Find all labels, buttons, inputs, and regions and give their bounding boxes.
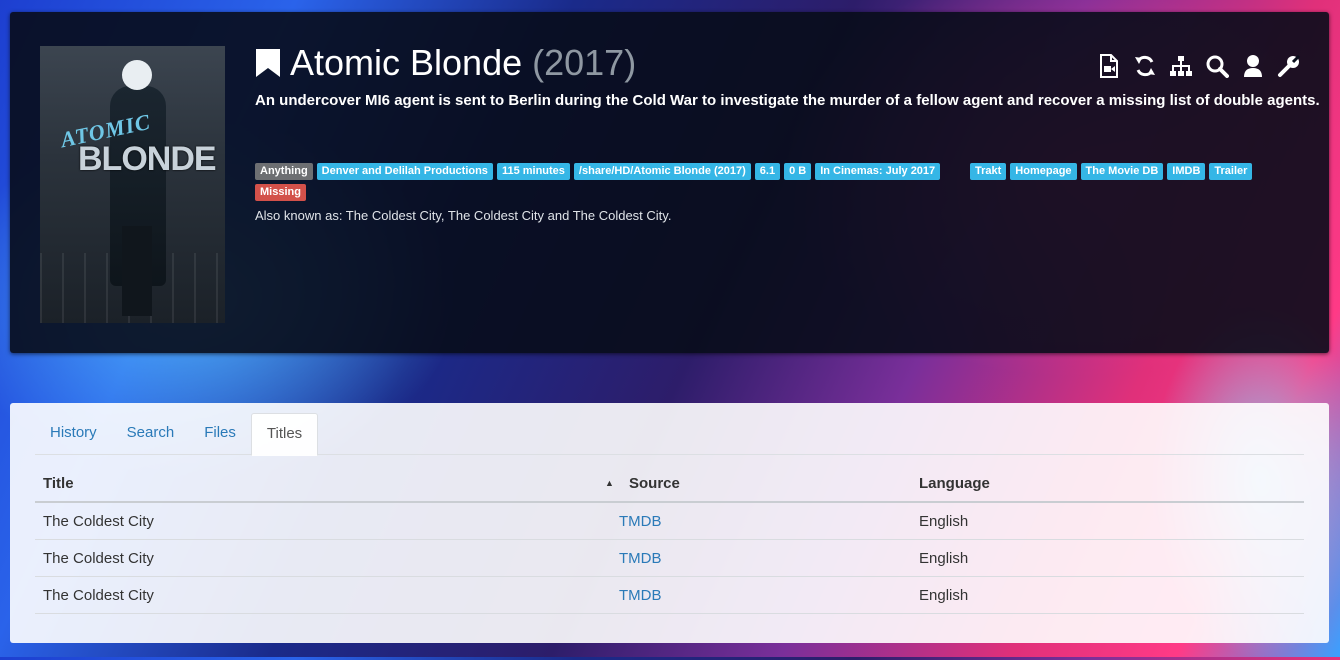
column-header-title[interactable]: Title [35, 465, 611, 503]
settings-button[interactable] [1276, 53, 1301, 79]
poster-title-bottom: BLONDE [78, 140, 217, 178]
table-row: The Coldest City TMDB English [35, 576, 1304, 614]
movie-actions [1096, 53, 1301, 79]
file-video-icon [1099, 54, 1118, 78]
column-header-source[interactable]: ▲ Source [605, 465, 911, 503]
movie-details-panel: History Search Files Titles Title ▲ Sourc… [10, 403, 1329, 643]
refresh-button[interactable] [1132, 53, 1157, 79]
search-icon [1206, 55, 1229, 78]
also-known-as: Also known as: The Coldest City, The Col… [255, 208, 672, 223]
link-trailer[interactable]: Trailer [1209, 163, 1253, 180]
tab-files[interactable]: Files [189, 413, 251, 453]
language-cell: English [911, 576, 1304, 614]
refresh-icon [1134, 55, 1155, 77]
detail-tabs: History Search Files Titles [35, 413, 1304, 456]
file-video-button[interactable] [1096, 53, 1121, 79]
table-header-row: Title ▲ Source Language [35, 465, 1304, 503]
column-header-language[interactable]: Language [911, 465, 1304, 503]
movie-overview: An undercover MI6 agent is sent to Berli… [255, 92, 1320, 109]
source-cell[interactable]: TMDB [611, 502, 911, 540]
movie-title: Atomic Blonde [290, 42, 523, 83]
external-links: Trakt Homepage The Movie DB IMDB Trailer [970, 163, 1256, 180]
bookmark-icon[interactable] [255, 48, 281, 78]
column-header-label: Language [919, 474, 990, 492]
title-cell: The Coldest City [35, 539, 611, 577]
title-cell: The Coldest City [35, 502, 611, 540]
movie-poster: ATOMIC BLONDE [40, 46, 225, 323]
title-row: Atomic Blonde (2017) [255, 42, 636, 84]
source-cell[interactable]: TMDB [611, 576, 911, 614]
link-imdb[interactable]: IMDB [1167, 163, 1206, 180]
column-header-label: Title [43, 474, 74, 492]
movie-header-panel: ATOMIC BLONDE Atomic Blonde (2017) An un… [10, 12, 1329, 353]
user-icon [1243, 55, 1262, 77]
rating-label: 6.1 [754, 163, 781, 180]
link-tmdb[interactable]: The Movie DB [1080, 163, 1164, 180]
poster-figure-head [122, 60, 152, 90]
runtime-label: 115 minutes [496, 163, 570, 180]
movie-info-labels: Anything Denver and Delilah Productions … [255, 163, 944, 180]
link-homepage[interactable]: Homepage [1010, 163, 1077, 180]
quality-profile-label: Anything [255, 163, 313, 180]
search-button[interactable] [1204, 53, 1229, 79]
sitemap-icon [1169, 56, 1192, 76]
alternative-titles-table: Title ▲ Source Language The Coldest City … [35, 465, 1304, 614]
column-header-label: Source [629, 474, 680, 492]
movie-year: (2017) [532, 42, 637, 83]
tab-titles[interactable]: Titles [250, 413, 319, 456]
source-cell[interactable]: TMDB [611, 539, 911, 577]
table-row: The Coldest City TMDB English [35, 502, 1304, 540]
size-label: 0 B [784, 163, 812, 180]
status-labels: Missing [255, 184, 310, 201]
tab-history[interactable]: History [35, 413, 112, 453]
table-row: The Coldest City TMDB English [35, 539, 1304, 577]
link-trakt[interactable]: Trakt [970, 163, 1007, 180]
path-label: /share/HD/Atomic Blonde (2017) [573, 163, 751, 180]
tab-search[interactable]: Search [112, 413, 190, 453]
user-button[interactable] [1240, 53, 1265, 79]
poster-figure-legs [122, 226, 152, 316]
organize-button[interactable] [1168, 53, 1193, 79]
release-label: In Cinemas: July 2017 [815, 163, 941, 180]
language-cell: English [911, 539, 1304, 577]
title-cell: The Coldest City [35, 576, 611, 614]
status-badge: Missing [255, 184, 306, 201]
wrench-icon [1277, 54, 1300, 77]
studio-label: Denver and Delilah Productions [316, 163, 493, 180]
language-cell: English [911, 502, 1304, 540]
